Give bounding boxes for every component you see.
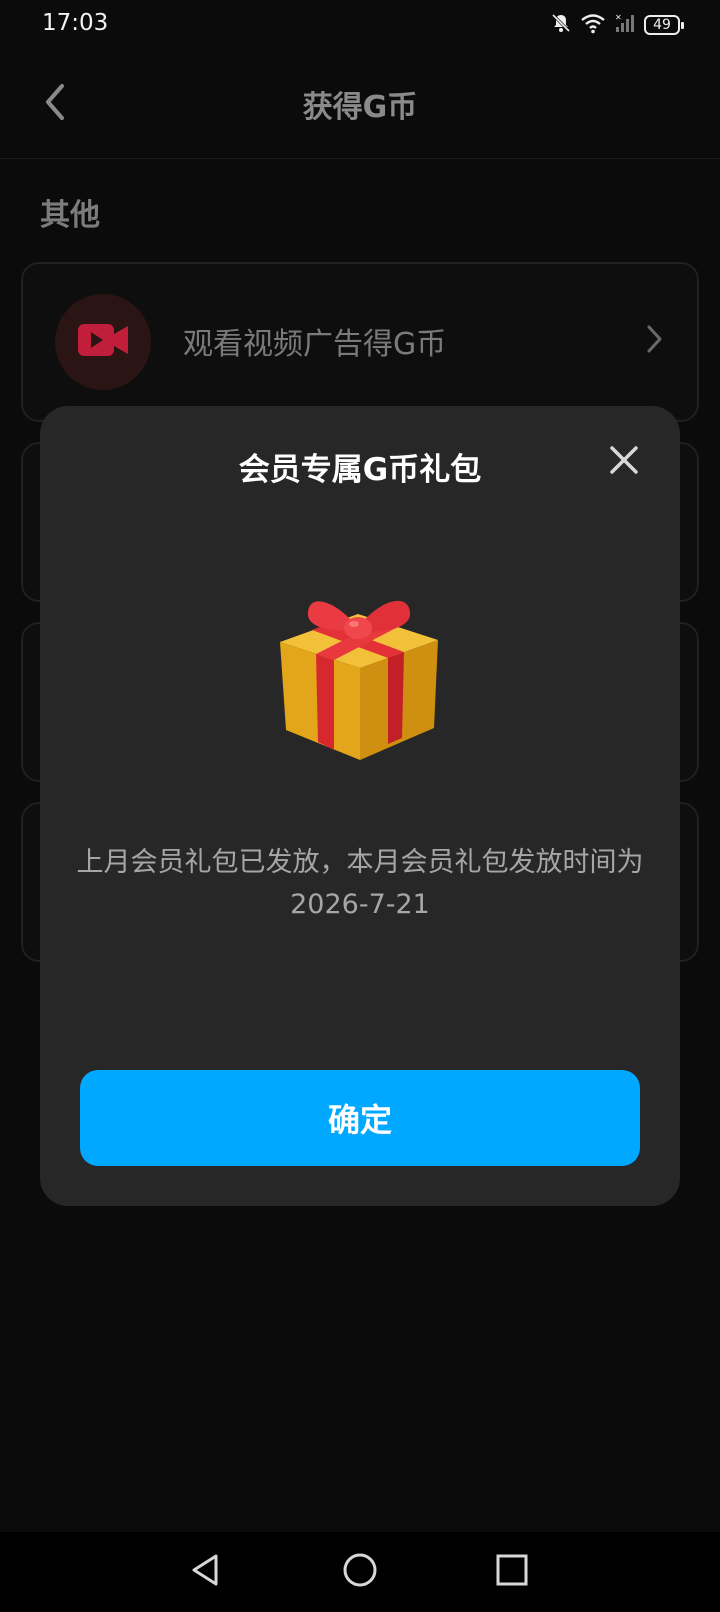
close-icon: [604, 446, 644, 484]
navigation-bar: [0, 1532, 720, 1612]
modal-title: 会员专属G币礼包: [238, 452, 482, 488]
nav-home-button[interactable]: [336, 1548, 384, 1596]
modal-message: 上月会员礼包已发放，本月会员礼包发放时间为2026-7-21: [76, 847, 644, 920]
gift-icon: [268, 582, 448, 762]
nav-recents-button[interactable]: [488, 1548, 536, 1596]
circle-home-icon: [342, 1552, 378, 1592]
confirm-button[interactable]: 确定: [80, 1070, 640, 1166]
triangle-back-icon: [188, 1552, 224, 1592]
nav-back-button[interactable]: [182, 1548, 230, 1596]
gift-modal: 会员专属G币礼包 上月会员礼包已发放，本月会员礼包发放时间为2026-7-21 …: [40, 406, 680, 1206]
square-recents-icon: [494, 1552, 530, 1592]
close-button[interactable]: [604, 440, 644, 480]
